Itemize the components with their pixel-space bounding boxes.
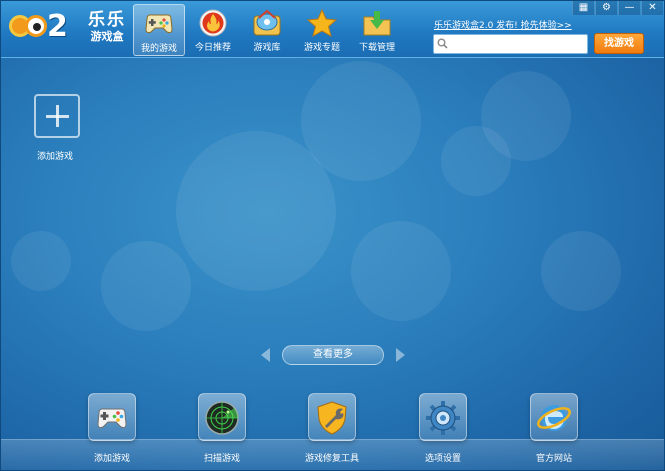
tool-label: 游戏修复工具 — [304, 454, 359, 464]
top-navigation-bar: 2 乐乐 游戏盒 我的游戏 今日推荐 游戏库 游戏专题 下载管理 乐乐游戏盒2.… — [1, 1, 664, 58]
tool-icon-frame — [419, 393, 467, 441]
app-logo: 2 — [9, 9, 79, 53]
tool-icon-frame — [88, 393, 136, 441]
logo-circle-eye — [25, 15, 47, 37]
add-game-tile[interactable] — [34, 94, 80, 138]
skin-icon[interactable]: ▦ — [572, 1, 594, 15]
download-folder-icon — [363, 11, 391, 36]
promo-link[interactable]: 乐乐游戏盒2.0 发布! 抢先体验>> — [434, 18, 572, 31]
search-input[interactable] — [450, 36, 586, 52]
find-game-button[interactable]: 找游戏 — [594, 33, 644, 54]
tool-official-website[interactable]: 官方网站 — [519, 393, 589, 464]
background-bokeh — [101, 241, 191, 331]
nav-label: 游戏专题 — [303, 43, 340, 53]
logo-mark: 2 — [47, 9, 68, 44]
background-bokeh — [11, 231, 71, 291]
tool-icon-frame — [198, 393, 246, 441]
brand-line-1: 乐乐 — [88, 10, 126, 30]
nav-label: 今日推荐 — [194, 43, 231, 53]
search-box[interactable] — [433, 34, 588, 54]
nav-today-recommend[interactable]: 今日推荐 — [187, 4, 239, 56]
close-icon[interactable]: ✕ — [641, 1, 663, 15]
nav-game-library[interactable]: 游戏库 — [241, 4, 293, 56]
window-controls: ▦ ⚙ — ✕ — [572, 1, 664, 15]
tool-label: 添加游戏 — [93, 454, 130, 464]
minimize-icon[interactable]: — — [618, 1, 640, 15]
tool-label: 官方网站 — [535, 454, 572, 464]
background-bokeh — [441, 126, 511, 196]
view-more-button[interactable]: 查看更多 — [282, 345, 384, 365]
background-bokeh — [301, 61, 421, 181]
tool-icon-frame — [308, 393, 356, 441]
nav-my-games[interactable]: 我的游戏 — [133, 4, 185, 56]
brand-line-2: 游戏盒 — [90, 30, 124, 43]
background-bokeh — [351, 221, 451, 321]
radar-icon — [205, 401, 239, 435]
nav-game-topics[interactable]: 游戏专题 — [296, 4, 348, 56]
background-bokeh — [541, 231, 621, 311]
prev-page-arrow-icon[interactable] — [261, 348, 270, 362]
background-bokeh — [176, 131, 336, 291]
gamepad-icon — [145, 14, 173, 34]
tool-options-settings[interactable]: 选项设置 — [408, 393, 478, 464]
fire-icon — [199, 9, 227, 37]
tool-label: 选项设置 — [424, 454, 461, 464]
settings-gear-icon — [426, 401, 460, 435]
tool-scan-games[interactable]: 扫描游戏 — [187, 393, 257, 464]
star-icon — [306, 8, 338, 38]
gamepad-icon — [97, 408, 127, 429]
settings-icon[interactable]: ⚙ — [595, 1, 617, 15]
repair-shield-icon — [317, 401, 347, 435]
nav-label: 我的游戏 — [140, 44, 177, 54]
background-bokeh — [481, 71, 571, 161]
nav-download-manager[interactable]: 下载管理 — [351, 4, 403, 56]
tool-label: 扫描游戏 — [203, 454, 240, 464]
nav-label: 下载管理 — [358, 43, 395, 53]
add-game-label: 添加游戏 — [37, 152, 74, 162]
game-box-window: 2 乐乐 游戏盒 我的游戏 今日推荐 游戏库 游戏专题 下载管理 乐乐游戏盒2.… — [0, 0, 665, 471]
tool-add-game[interactable]: 添加游戏 — [77, 393, 147, 464]
search-icon — [437, 38, 448, 49]
tool-game-repair[interactable]: 游戏修复工具 — [297, 393, 367, 464]
tool-icon-frame — [530, 393, 578, 441]
brand-name: 乐乐 游戏盒 — [83, 10, 131, 44]
browser-globe-icon — [537, 405, 571, 431]
nav-label: 游戏库 — [253, 43, 281, 53]
next-page-arrow-icon[interactable] — [396, 348, 405, 362]
game-library-icon — [253, 9, 281, 36]
